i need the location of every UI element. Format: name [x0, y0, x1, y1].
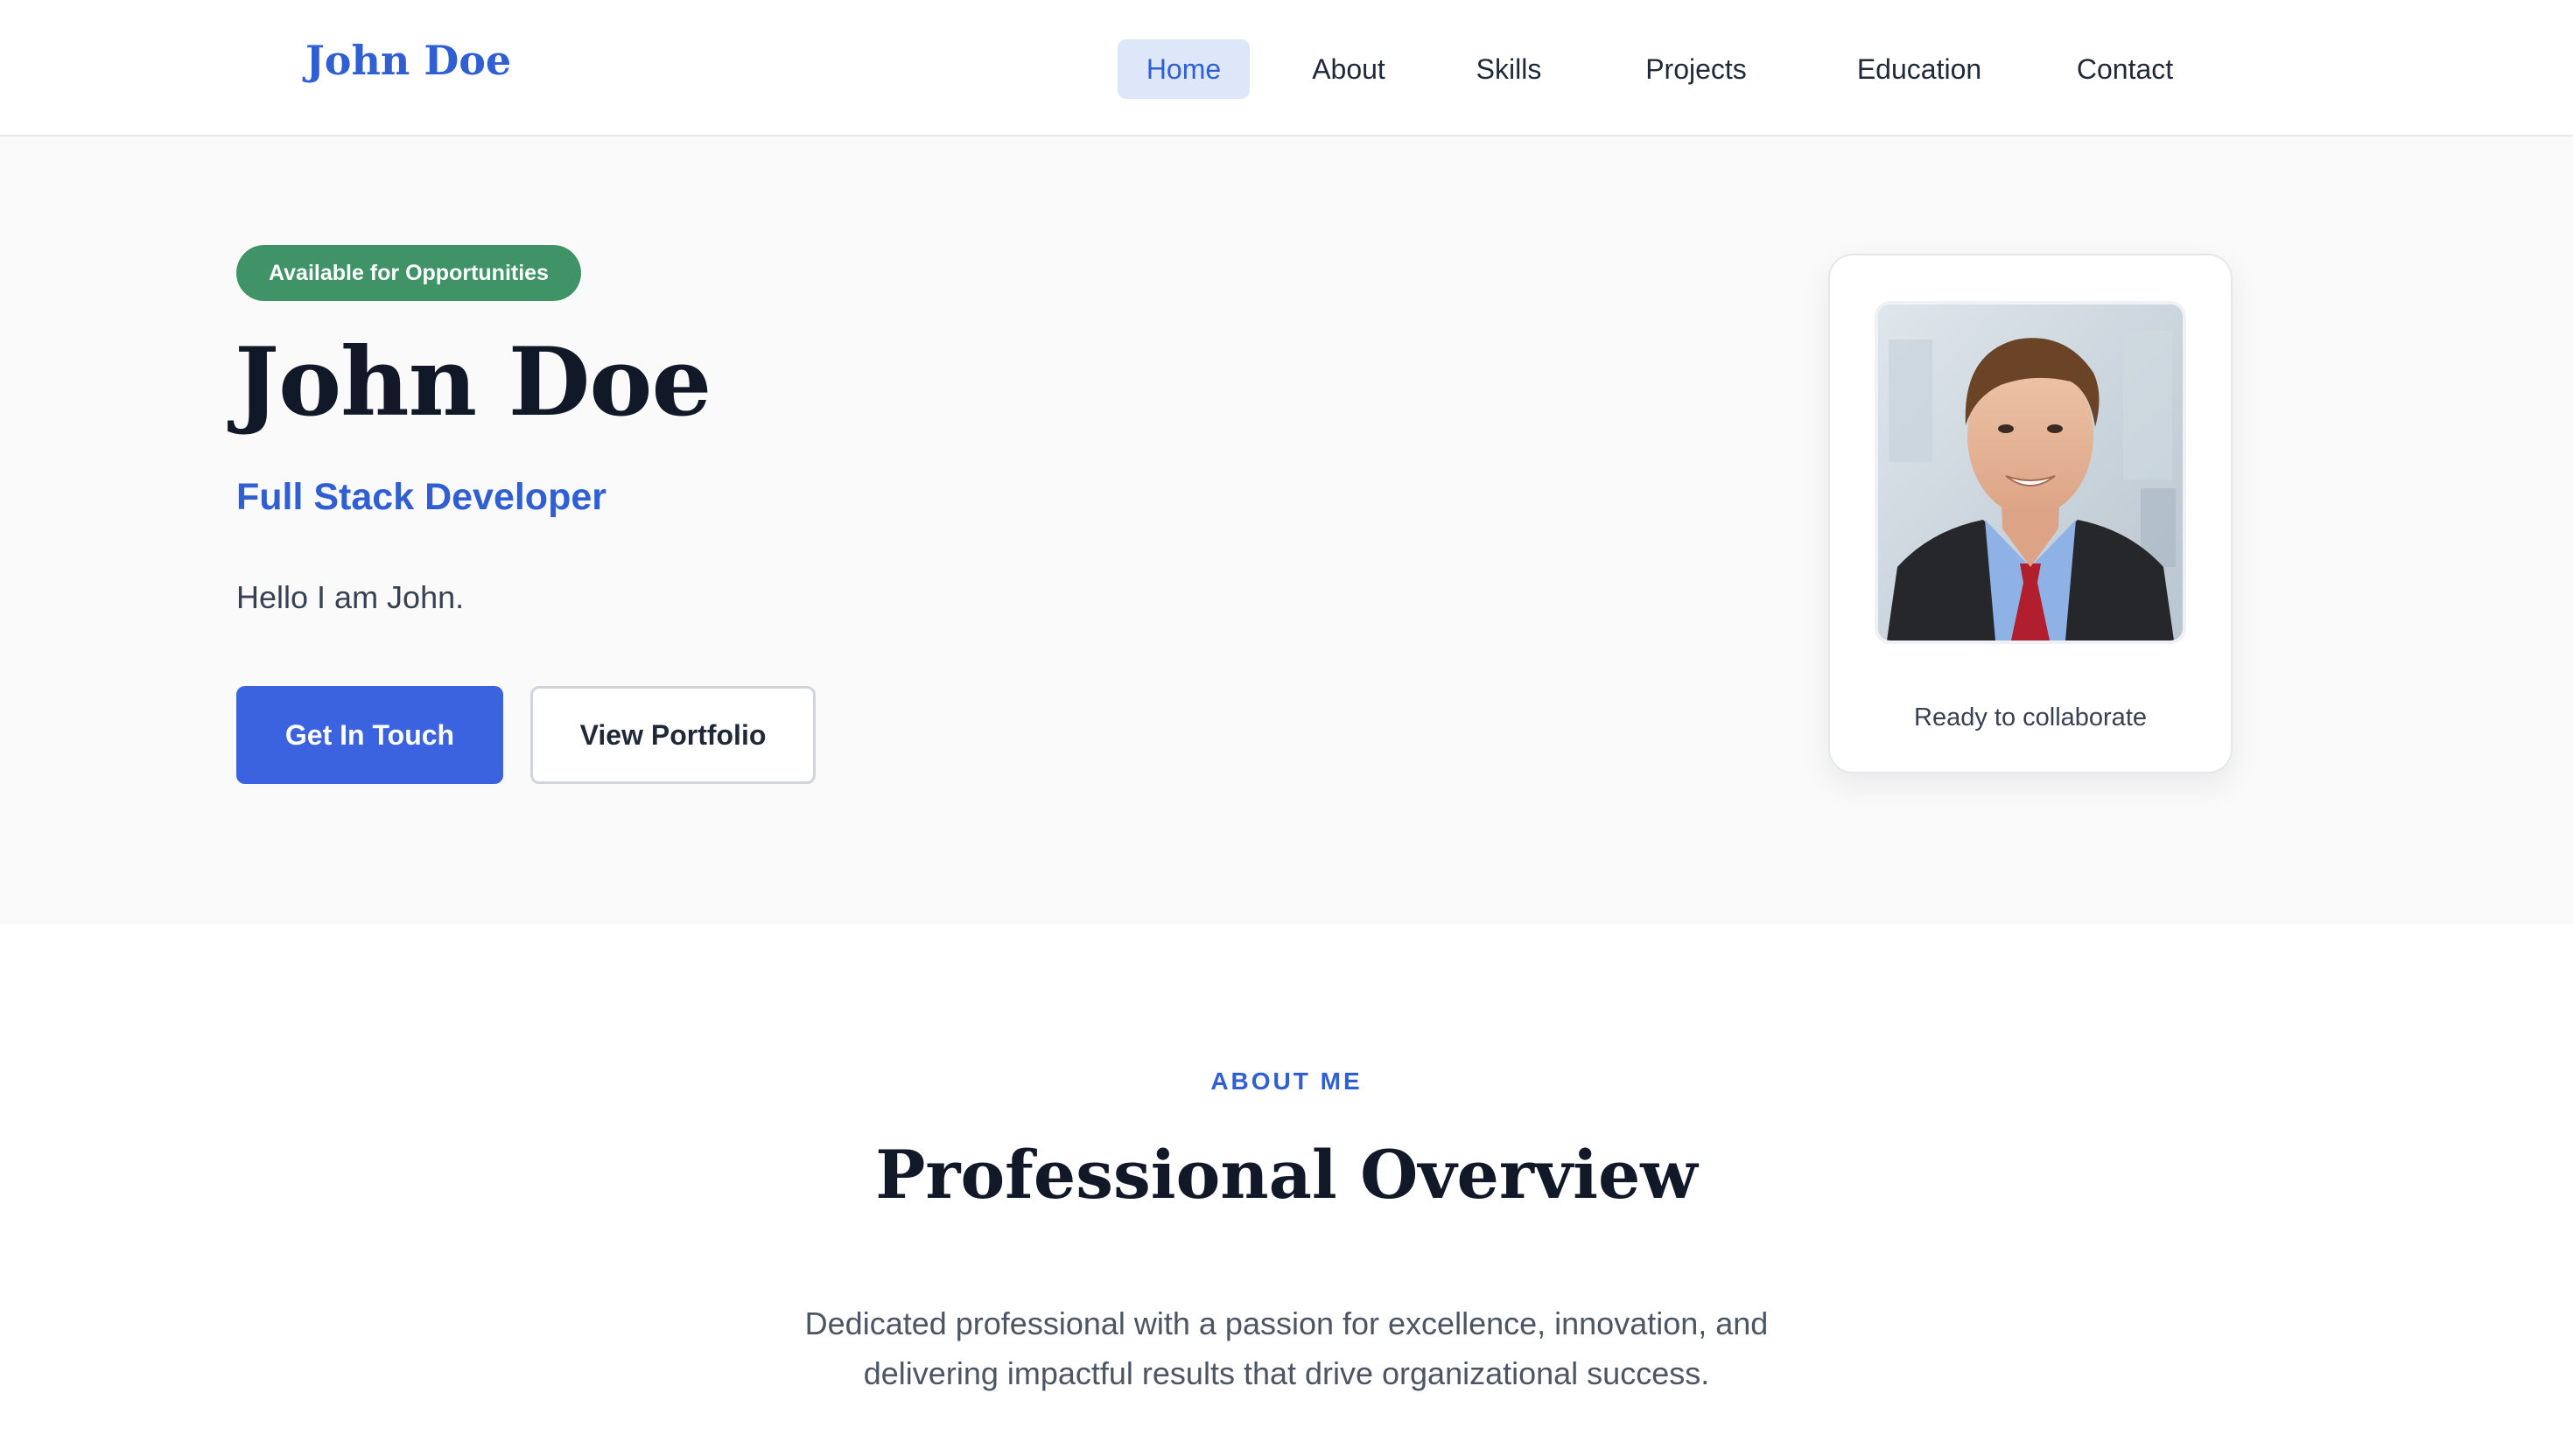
profile-photo — [1875, 301, 2186, 644]
nav-item-skills[interactable]: Skills — [1453, 39, 1565, 99]
nav-item-contact[interactable]: Contact — [2051, 39, 2199, 99]
section-eyebrow: ABOUT ME — [1210, 1068, 1363, 1095]
portfolio-page: John Doe Home About Skills Projects Educ… — [0, 0, 2573, 1456]
profile-portrait-image — [1878, 304, 2183, 640]
get-in-touch-button[interactable]: Get In Touch — [236, 686, 503, 784]
section-description: Dedicated professional with a passion fo… — [804, 1306, 1769, 1391]
availability-badge: Available for Opportunities — [236, 245, 581, 301]
nav-item-home[interactable]: Home — [1118, 39, 1250, 99]
site-header: John Doe Home About Skills Projects Educ… — [0, 0, 2573, 136]
hero-section: Available for Opportunities John Doe Ful… — [0, 136, 2573, 924]
site-logo[interactable]: John Doe — [305, 37, 511, 84]
hero-name: John Doe — [235, 327, 712, 438]
nav-item-about[interactable]: About — [1287, 39, 1410, 99]
profile-card: Ready to collaborate — [1828, 254, 2233, 774]
section-title: Professional Overview — [875, 1136, 1698, 1214]
nav-item-projects[interactable]: Projects — [1622, 39, 1770, 99]
hero-role: Full Stack Developer — [236, 476, 606, 518]
card-caption: Ready to collaborate — [1914, 704, 2147, 732]
view-portfolio-button[interactable]: View Portfolio — [530, 686, 816, 784]
nav-item-education[interactable]: Education — [1832, 39, 2007, 99]
hero-intro: Hello I am John. — [236, 579, 465, 615]
